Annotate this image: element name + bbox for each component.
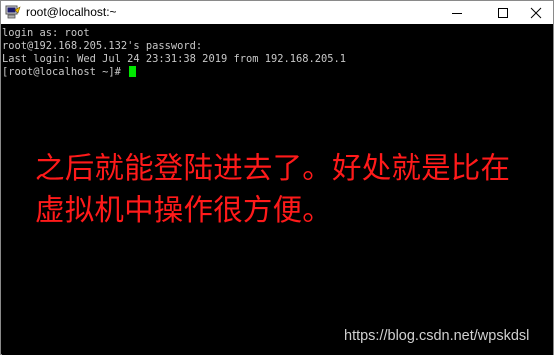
putty-terminal-icon[interactable] [5, 5, 21, 20]
terminal-line-last-login: Last login: Wed Jul 24 23:31:38 2019 fro… [2, 53, 347, 65]
watermark: https://blog.csdn.net/wpskdsl [344, 328, 530, 344]
annotation-line-1: 之后就能登陆进去了。好处就是比在 [35, 151, 511, 185]
terminal-line-password: root@192.168.205.132's password: [2, 40, 203, 52]
terminal-line-login: login as: root [2, 27, 90, 39]
close-button[interactable] [517, 1, 554, 24]
title-bar[interactable]: root@localhost:~ [1, 1, 553, 24]
close-icon [530, 7, 542, 19]
terminal-prompt-line: [root@localhost ~]# [2, 66, 137, 79]
terminal-window: root@localhost:~ login as: root root@192… [0, 0, 554, 355]
minimize-icon [452, 13, 462, 14]
window-title: root@localhost:~ [26, 5, 117, 19]
scrollbar[interactable] [551, 25, 553, 355]
terminal-cursor [129, 66, 137, 77]
annotation-line-2: 虚拟机中操作很方便。 [35, 193, 333, 227]
terminal-prompt: [root@localhost ~]# [2, 66, 128, 78]
maximize-icon [498, 8, 508, 18]
minimize-button[interactable] [438, 1, 476, 24]
